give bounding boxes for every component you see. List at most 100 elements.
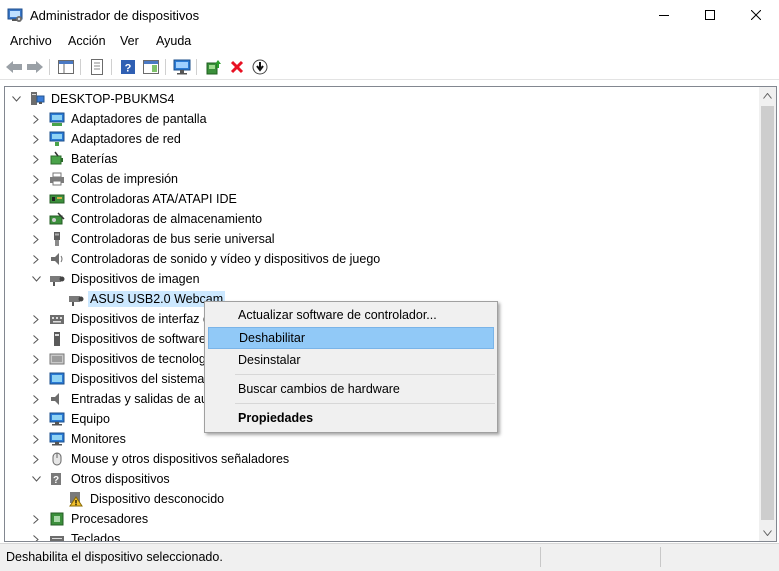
tree-root[interactable]: DESKTOP-PBUKMS4 <box>10 89 176 109</box>
network-adapter-icon <box>49 131 65 147</box>
properties-button[interactable] <box>87 57 107 77</box>
status-divider <box>540 547 541 567</box>
minimize-icon <box>659 15 669 16</box>
chevron-right-icon[interactable] <box>30 513 42 525</box>
menu-bar: Archivo Acción Ver Ayuda <box>0 32 779 52</box>
close-button[interactable] <box>733 0 779 30</box>
tree-item-sound-video-game[interactable]: Controladoras de sonido y vídeo y dispos… <box>30 249 382 269</box>
tree-item-keyboards[interactable]: Teclados <box>30 529 122 541</box>
tree-item-asus-webcam[interactable]: ASUS USB2.0 Webcam <box>49 289 226 309</box>
back-arrow-icon <box>6 61 22 73</box>
disable-device-button[interactable] <box>250 57 270 77</box>
scroll-up-icon[interactable] <box>759 87 776 104</box>
minimize-button[interactable] <box>641 0 687 30</box>
tree-item-computer[interactable]: Equipo <box>30 409 112 429</box>
menu-item-properties[interactable]: Propiedades <box>208 407 494 429</box>
chevron-right-icon[interactable] <box>30 433 42 445</box>
chevron-right-icon[interactable] <box>30 253 42 265</box>
chevron-right-icon[interactable] <box>30 533 42 541</box>
chevron-right-icon[interactable] <box>30 233 42 245</box>
tree-item-monitors[interactable]: Monitores <box>30 429 128 449</box>
scrollbar-thumb[interactable] <box>761 106 774 520</box>
tree-label: Controladoras de almacenamiento <box>71 212 263 226</box>
speaker-icon <box>49 251 65 267</box>
chevron-right-icon[interactable] <box>30 373 42 385</box>
back-button[interactable] <box>4 57 24 77</box>
title-bar: Administrador de dispositivos <box>0 0 779 30</box>
audio-io-icon <box>49 391 65 407</box>
scan-hardware-button[interactable] <box>172 57 192 77</box>
tree-item-audio-io[interactable]: Entradas y salidas de audio <box>30 389 227 409</box>
software-device-icon <box>49 331 65 347</box>
status-text: Deshabilita el dispositivo seleccionado. <box>6 550 223 564</box>
chevron-down-icon[interactable] <box>10 93 22 105</box>
tree-item-storage-controllers[interactable]: Controladoras de almacenamiento <box>30 209 264 229</box>
chevron-right-icon[interactable] <box>30 133 42 145</box>
menu-item-disable[interactable]: Deshabilitar <box>208 327 494 349</box>
chevron-down-icon[interactable] <box>30 273 42 285</box>
tree-item-batteries[interactable]: Baterías <box>30 149 120 169</box>
toolbar-separator <box>80 59 81 75</box>
tree-item-ide-controllers[interactable]: Controladoras ATA/ATAPI IDE <box>30 189 239 209</box>
svg-text:?: ? <box>53 475 59 486</box>
tree-item-other-devices[interactable]: ? Otros dispositivos <box>30 469 172 489</box>
toolbar: ? <box>0 54 779 80</box>
console-tree-button[interactable] <box>56 57 76 77</box>
menu-accion[interactable]: Acción <box>68 34 106 48</box>
toolbar-separator <box>49 59 50 75</box>
chevron-right-icon[interactable] <box>30 313 42 325</box>
tree-label: Controladoras ATA/ATAPI IDE <box>71 192 237 206</box>
chevron-right-icon[interactable] <box>30 213 42 225</box>
tree-item-print-queues[interactable]: Colas de impresión <box>30 169 180 189</box>
tree-item-mouse[interactable]: Mouse y otros dispositivos señaladores <box>30 449 291 469</box>
tree-item-system-devices[interactable]: Dispositivos del sistema <box>30 369 206 389</box>
tree-item-processors[interactable]: Procesadores <box>30 509 150 529</box>
vertical-scrollbar[interactable] <box>759 87 776 541</box>
tree-item-unknown-device[interactable]: Dispositivo desconocido <box>49 489 226 509</box>
menu-item-uninstall[interactable]: Desinstalar <box>208 349 494 371</box>
update-driver-icon <box>206 60 221 75</box>
tree-label: Procesadores <box>71 512 149 526</box>
uninstall-button[interactable] <box>227 57 247 77</box>
ide-controller-icon <box>49 191 65 207</box>
menu-item-scan-hardware[interactable]: Buscar cambios de hardware <box>208 378 494 400</box>
chevron-right-icon[interactable] <box>30 413 42 425</box>
menu-archivo[interactable]: Archivo <box>10 34 52 48</box>
svg-text:?: ? <box>125 63 132 75</box>
action-pane-button[interactable] <box>141 57 161 77</box>
storage-controller-icon <box>49 211 65 227</box>
chevron-right-icon[interactable] <box>30 193 42 205</box>
tree-item-imaging-devices[interactable]: Dispositivos de imagen <box>30 269 202 289</box>
menu-ver[interactable]: Ver <box>120 34 139 48</box>
tree-item-network-adapters[interactable]: Adaptadores de red <box>30 129 183 149</box>
chevron-right-icon[interactable] <box>30 153 42 165</box>
tree-item-software-devices[interactable]: Dispositivos de software <box>30 329 208 349</box>
tree-item-usb-controllers[interactable]: Controladoras de bus serie universal <box>30 229 277 249</box>
close-icon <box>751 10 761 20</box>
mouse-icon <box>49 451 65 467</box>
status-bar: Deshabilita el dispositivo seleccionado. <box>0 543 779 571</box>
scroll-down-icon[interactable] <box>759 524 776 541</box>
chevron-right-icon[interactable] <box>30 353 42 365</box>
chevron-right-icon[interactable] <box>30 393 42 405</box>
help-button[interactable]: ? <box>118 57 138 77</box>
forward-button[interactable] <box>25 57 45 77</box>
hid-icon <box>49 311 65 327</box>
tree-label: Adaptadores de red <box>71 132 181 146</box>
toolbar-separator <box>196 59 197 75</box>
maximize-button[interactable] <box>687 0 733 30</box>
tree-label: Controladoras de bus serie universal <box>71 232 275 246</box>
chevron-right-icon[interactable] <box>30 173 42 185</box>
tree-label: Adaptadores de pantalla <box>71 112 207 126</box>
menu-ayuda[interactable]: Ayuda <box>156 34 191 48</box>
menu-separator <box>235 374 495 375</box>
chevron-right-icon[interactable] <box>30 113 42 125</box>
tree-label: Colas de impresión <box>71 172 178 186</box>
chevron-right-icon[interactable] <box>30 453 42 465</box>
tree-item-display-adapters[interactable]: Adaptadores de pantalla <box>30 109 209 129</box>
chevron-down-icon[interactable] <box>30 473 42 485</box>
update-driver-button[interactable] <box>204 57 224 77</box>
menu-item-update-driver[interactable]: Actualizar software de controlador... <box>208 304 494 326</box>
chevron-right-icon[interactable] <box>30 333 42 345</box>
camera-icon <box>49 271 65 287</box>
